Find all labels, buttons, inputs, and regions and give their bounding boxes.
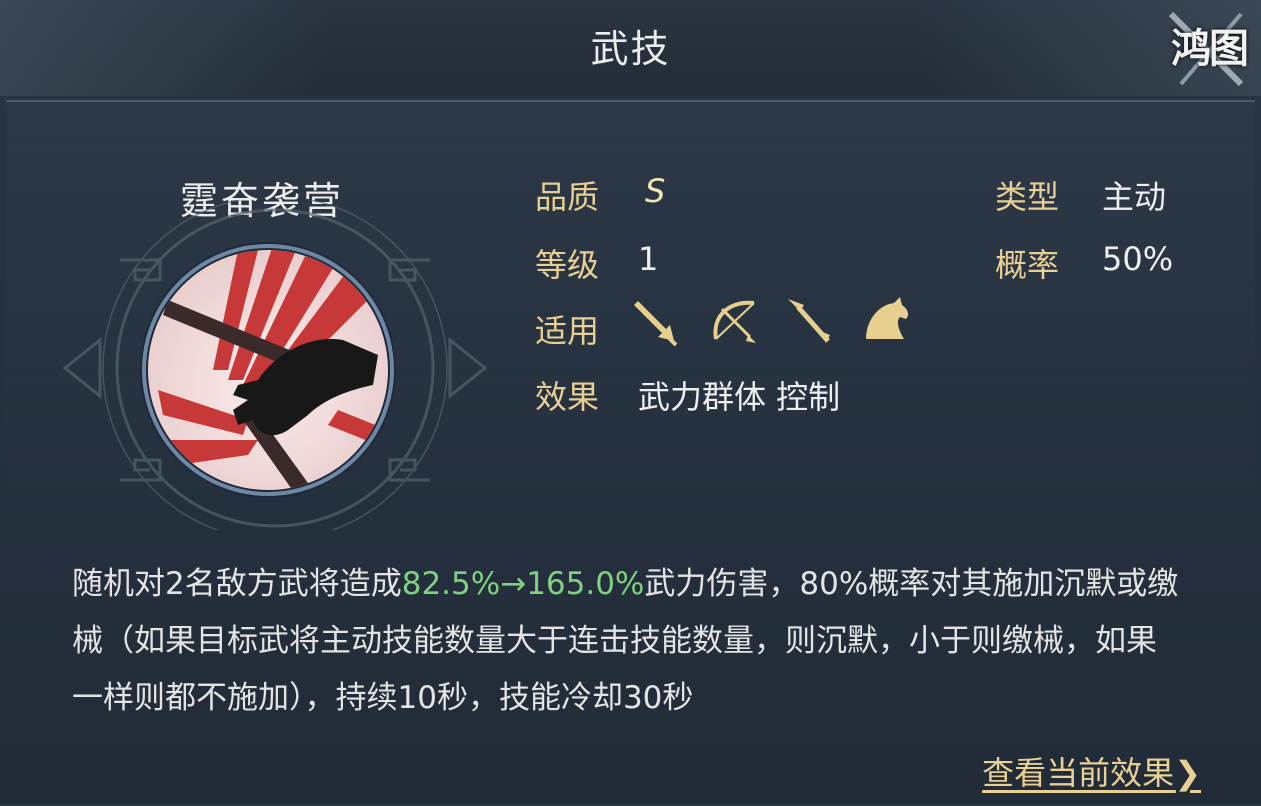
quality-value: S — [645, 172, 666, 210]
bow-icon[interactable] — [708, 295, 760, 349]
type-value: 主动 — [1102, 178, 1167, 216]
skill-description: 随机对2名敌方武将造成82.5%→165.0%武力伤害，80%概率对其施加沉默或… — [72, 556, 1182, 746]
rate-value: 50% — [1102, 240, 1174, 278]
type-label: 类型 — [995, 178, 1060, 216]
view-current-effect-link[interactable]: 查看当前效果❯ — [982, 748, 1201, 794]
page-title: 武技 — [590, 27, 671, 71]
apply-label: 适用 — [535, 312, 600, 350]
level-label: 等级 — [535, 246, 600, 284]
chevron-right-icon: ❯ — [1174, 754, 1201, 792]
sword-icon[interactable] — [632, 295, 684, 349]
damage-scaling-highlight: 82.5%→165.0% — [401, 566, 645, 602]
view-current-effect-label: 查看当前效果 — [982, 754, 1175, 792]
header-bar: 武技 鸿图 — [0, 0, 1261, 96]
description-text-start: 随机对2名敌方武将造成 — [72, 566, 402, 602]
skill-icon[interactable] — [138, 240, 398, 500]
game-logo-text: 鸿图 — [1171, 25, 1249, 72]
spear-icon[interactable] — [784, 295, 836, 349]
horse-icon[interactable] — [860, 295, 912, 349]
effect-label: 效果 — [535, 378, 600, 416]
effect-value: 武力群体 控制 — [638, 378, 841, 416]
quality-label: 品质 — [535, 178, 600, 216]
rate-label: 概率 — [995, 246, 1060, 284]
weapon-list — [632, 295, 912, 355]
level-value: 1 — [638, 240, 659, 278]
